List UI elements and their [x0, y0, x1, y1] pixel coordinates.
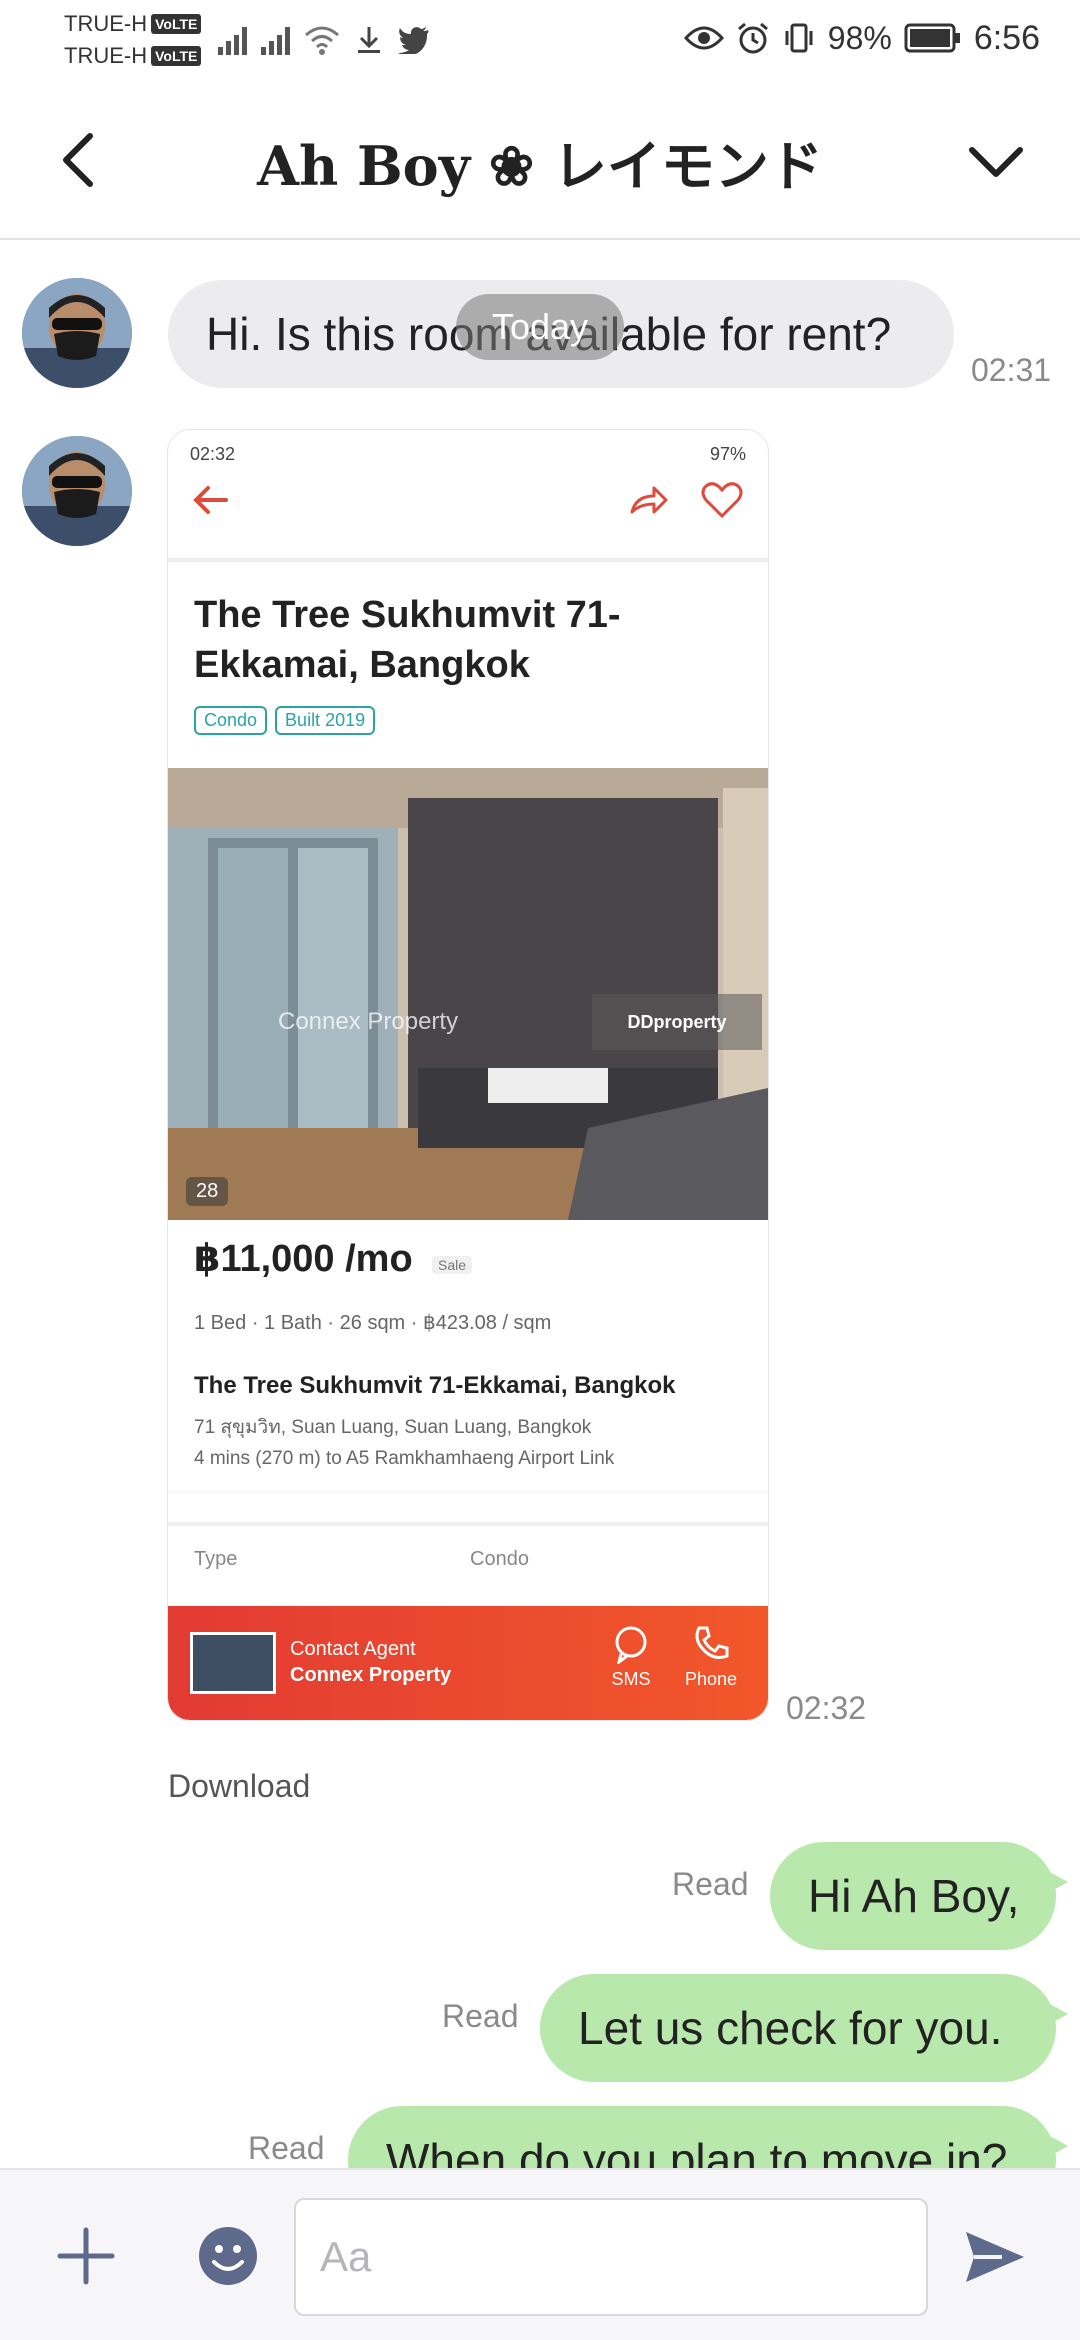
share-icon — [630, 486, 668, 514]
divider — [168, 1490, 768, 1494]
divider — [168, 558, 768, 562]
date-separator: Today — [456, 294, 624, 360]
battery-percent: 98% — [827, 19, 892, 56]
shot-status-battery: 97% — [709, 444, 746, 464]
divider — [168, 1522, 768, 1526]
listing-title: The Tree Sukhumvit 71-Ekkamai, Bangkok — [194, 594, 621, 686]
listing-transit: 4 mins (270 m) to A5 Ramkhamhaeng Airpor… — [194, 1448, 615, 1469]
listing-tag: Built 2019 — [275, 706, 376, 735]
message-text: When do you plan to move in? — [386, 2134, 1008, 2168]
outgoing-message-bubble[interactable]: When do you plan to move in? — [348, 2106, 1068, 2168]
clock: 6:56 — [973, 18, 1040, 57]
chat-screen: TRUE-H VoLTE TRUE-H VoLTE 98% 6:56 Ah Boy … — [0, 0, 1080, 2340]
bubble-tail — [1046, 1870, 1068, 1894]
shared-image-message[interactable]: 02:32 97% The Tree Sukhumvit 71-Ekkamai,… — [168, 430, 768, 1720]
phone-label: Phone — [684, 1669, 738, 1689]
message-time: 02:31 — [971, 352, 1052, 388]
arrow-left-icon — [193, 486, 228, 514]
price-badge: Sale — [432, 1256, 473, 1274]
message-composer — [0, 2168, 1080, 2340]
avatar-image — [22, 436, 132, 546]
plus-icon — [57, 2227, 115, 2285]
type-label: Type — [194, 1548, 238, 1570]
signal-icon — [218, 25, 247, 55]
listing-name: The Tree Sukhumvit 71-Ekkamai, Bangkok — [194, 1372, 676, 1399]
status-bar: TRUE-H VoLTE TRUE-H VoLTE 98% 6:56 — [0, 0, 1080, 80]
read-receipt: Read — [442, 1998, 519, 2034]
carrier-label: TRUE-H — [64, 43, 148, 68]
carrier-info: TRUE-H VoLTE TRUE-H VoLTE — [64, 8, 202, 72]
bubble-tail — [1046, 2002, 1068, 2026]
contact-line: Contact Agent — [290, 1638, 416, 1660]
type-value: Condo — [470, 1548, 529, 1570]
attach-button[interactable] — [54, 2224, 118, 2288]
outgoing-message-bubble[interactable]: Hi Ah Boy, — [770, 1842, 1068, 1950]
carrier-label: TRUE-H — [64, 11, 148, 36]
eye-icon — [683, 26, 724, 50]
outgoing-message-bubble[interactable]: Let us check for you. — [540, 1974, 1068, 2082]
listing-type-row: Type Condo — [194, 1548, 754, 1571]
download-link[interactable]: Download — [168, 1768, 310, 1805]
wifi-icon — [305, 26, 339, 55]
listing-price: ฿11,000 /mo — [194, 1238, 413, 1280]
bubble-tail — [1046, 2134, 1068, 2158]
menu-toggle-button[interactable] — [956, 120, 1036, 200]
contact-line: Connex Property — [290, 1664, 452, 1686]
signal-icon — [261, 25, 290, 55]
send-icon — [966, 2232, 1024, 2282]
chat-title: Ah Boy ❀ レイモンド — [257, 134, 823, 198]
read-receipt: Read — [672, 1866, 749, 1902]
agent-logo — [190, 1632, 276, 1694]
read-receipt: Read — [248, 2130, 325, 2166]
contact-text: Contact Agent Connex Property — [290, 1636, 451, 1688]
alarm-icon — [737, 22, 768, 54]
listing-specs: 1 Bed · 1 Bath · 26 sqm · ฿423.08 / sqm — [194, 1312, 552, 1334]
chat-header: Ah Boy ❀ レイモンド — [0, 80, 1080, 240]
vibrate-icon — [785, 23, 813, 53]
avatar[interactable] — [22, 436, 132, 546]
status-icons-left — [218, 18, 430, 62]
emoji-button[interactable] — [196, 2224, 260, 2288]
send-button[interactable] — [962, 2224, 1028, 2290]
volte-badge: VoLTE — [151, 14, 202, 34]
message-list[interactable]: Hi. Is this room available for rent? Tod… — [0, 242, 1080, 2168]
heart-icon — [701, 482, 743, 519]
listing-tags: Condo Built 2019 — [194, 706, 376, 735]
twitter-icon — [398, 27, 429, 54]
listing-address: 71 สุขุมวิท, Suan Luang, Suan Luang, Ban… — [194, 1417, 592, 1438]
avatar[interactable] — [22, 278, 132, 388]
phone-icon — [695, 1626, 729, 1659]
volte-badge: VoLTE — [151, 46, 202, 66]
sms-icon — [615, 1626, 647, 1666]
chevron-down-icon — [969, 147, 1023, 177]
phone-item: Phone — [676, 1624, 746, 1690]
shot-status-time: 02:32 — [190, 444, 236, 464]
listing-photo: Connex Property DDproperty 28 — [168, 768, 768, 1220]
smiley-icon — [199, 2227, 257, 2285]
message-time: 02:32 — [786, 1690, 867, 1726]
avatar-image — [22, 278, 132, 388]
message-text: Let us check for you. — [578, 2002, 1003, 2054]
status-icons-right: 98% 6:56 — [683, 12, 1040, 64]
message-text: Hi Ah Boy, — [808, 1870, 1020, 1922]
download-icon — [358, 27, 380, 53]
photo-watermark: Connex Property — [278, 1008, 459, 1035]
contact-agent-bar: Contact Agent Connex Property SMS Phone — [168, 1606, 768, 1720]
photo-count: 28 — [186, 1177, 229, 1206]
message-input[interactable] — [294, 2198, 928, 2316]
sms-label: SMS — [611, 1669, 651, 1689]
shot-nav-bar — [168, 470, 768, 530]
listing-tag: Condo — [194, 706, 268, 735]
photo-watermark: DDproperty — [592, 994, 762, 1050]
battery-icon — [904, 23, 960, 53]
sms-item: SMS — [596, 1624, 666, 1690]
